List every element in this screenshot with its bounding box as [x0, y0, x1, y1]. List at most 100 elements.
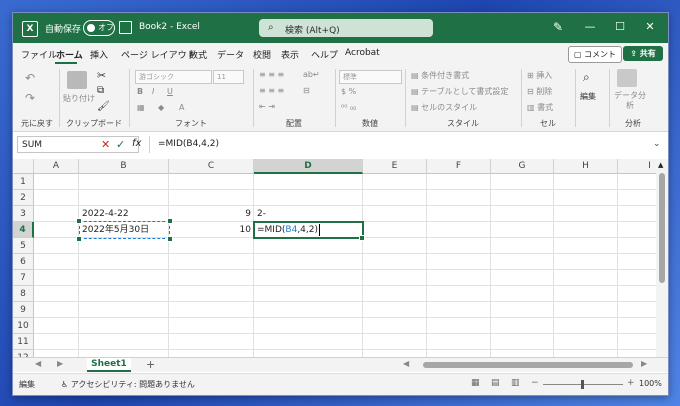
vertical-scrollbar[interactable]: ▲ ▼ [656, 159, 668, 371]
zoom-in-icon[interactable]: + [627, 378, 635, 388]
minimize-button[interactable]: — [580, 20, 600, 33]
wrap-text-icon[interactable]: ab↵ [303, 70, 320, 79]
close-button[interactable]: ✕ [640, 20, 660, 33]
underline-button[interactable]: U [167, 87, 173, 96]
find-icon[interactable]: ⌕ [583, 70, 590, 85]
data-analysis-icon[interactable] [617, 69, 637, 87]
zoom-slider-thumb[interactable] [581, 380, 584, 389]
font-size-combo[interactable]: 11 [213, 70, 244, 84]
autosave-toggle[interactable]: オフ [83, 20, 115, 36]
scroll-right-icon[interactable]: ▶ [641, 359, 647, 368]
tab-data[interactable]: データ [217, 48, 244, 61]
tab-view[interactable]: 表示 [281, 48, 299, 61]
merge-icon[interactable]: ⊟ [303, 86, 310, 95]
tab-page-layout[interactable]: ページ レイアウト [121, 48, 196, 61]
cancel-icon[interactable]: ✕ [101, 138, 110, 151]
cell-b3[interactable]: 2022-4-22 [79, 206, 169, 222]
font-name-combo[interactable]: 游ゴシック [135, 70, 212, 84]
accessibility-status[interactable]: ♿ アクセシビリティ: 問題ありません [61, 379, 195, 390]
scroll-left-icon[interactable]: ◀ [403, 359, 409, 368]
formula-input[interactable]: =MID(B4,4,2) [149, 136, 657, 153]
enter-icon[interactable]: ✓ [116, 138, 125, 151]
tab-insert[interactable]: 挿入 [90, 48, 108, 61]
column-header[interactable]: B [79, 159, 169, 174]
bold-button[interactable]: B [137, 87, 143, 96]
zoom-out-icon[interactable]: − [531, 378, 539, 388]
next-sheet-icon[interactable]: ▶ [57, 359, 63, 368]
reference-handle-icon[interactable] [76, 236, 82, 242]
currency-icon[interactable]: $ % [341, 87, 356, 96]
worksheet-grid[interactable]: A B C D E F G H I J 1 2 3 4 5 6 7 8 9 10… [13, 159, 656, 357]
format-cells-button[interactable]: ▥ 書式 [527, 102, 553, 113]
copy-icon[interactable]: ⧉ [97, 85, 104, 96]
fill-color-icon[interactable]: ◆ [158, 103, 164, 112]
maximize-button[interactable]: ☐ [610, 20, 630, 33]
font-color-icon[interactable]: A [179, 103, 184, 112]
column-header[interactable]: C [169, 159, 254, 174]
number-format-combo[interactable]: 標準 [339, 70, 402, 84]
insert-cells-button[interactable]: ⊞ 挿入 [527, 70, 552, 81]
expand-formula-icon[interactable]: ⌄ [653, 139, 661, 149]
fill-handle-icon[interactable] [359, 235, 365, 241]
page-break-view-icon[interactable]: ▥ [511, 378, 520, 388]
row-header[interactable]: 3 [13, 206, 34, 222]
column-header-selected[interactable]: D [254, 159, 363, 174]
align-left-icon[interactable]: ≡ ≡ ≡ [259, 86, 284, 95]
border-icon[interactable]: ▦ [137, 103, 145, 112]
row-header[interactable]: 5 [13, 238, 34, 254]
horizontal-scroll-thumb[interactable] [423, 362, 633, 368]
cell-d3[interactable]: 2- [254, 206, 363, 222]
format-painter-icon[interactable]: 🖌 [97, 101, 110, 112]
format-as-table-button[interactable]: ▤ テーブルとして書式設定 [411, 86, 508, 97]
column-header[interactable]: H [554, 159, 618, 174]
undo-icon[interactable]: ↶ [25, 71, 35, 85]
column-header[interactable]: E [363, 159, 427, 174]
row-header[interactable]: 6 [13, 254, 34, 270]
tab-review[interactable]: 校閲 [253, 48, 271, 61]
tab-home[interactable]: ホーム [56, 48, 83, 61]
cell-styles-button[interactable]: ▤ セルのスタイル [411, 102, 477, 113]
row-header[interactable]: 9 [13, 302, 34, 318]
row-header[interactable]: 7 [13, 270, 34, 286]
cell-c3[interactable]: 9 [169, 206, 254, 222]
insert-function-icon[interactable]: fx [132, 138, 141, 149]
decimal-icon[interactable]: ⁰⁰ ₀₀ [341, 103, 356, 112]
cell-c4[interactable]: 10 [169, 222, 254, 238]
row-header-selected[interactable]: 4 [13, 222, 34, 238]
search-box[interactable]: ⌕ 検索 (Alt+Q) [259, 19, 433, 37]
tab-acrobat[interactable]: Acrobat [345, 48, 380, 58]
pen-icon[interactable]: ✎ [553, 20, 563, 34]
zoom-level[interactable]: 100% [639, 379, 662, 388]
reference-handle-icon[interactable] [76, 218, 82, 224]
scroll-up-icon[interactable]: ▲ [658, 161, 663, 169]
row-header[interactable]: 10 [13, 318, 34, 334]
row-header[interactable]: 12 [13, 350, 34, 357]
sheet-tab-sheet1[interactable]: Sheet1 [87, 358, 131, 372]
column-header[interactable]: F [427, 159, 491, 174]
column-header[interactable]: I [618, 159, 656, 174]
add-sheet-button[interactable]: + [146, 358, 155, 371]
column-header[interactable]: A [34, 159, 79, 174]
row-header[interactable]: 1 [13, 174, 34, 190]
tab-file[interactable]: ファイル [21, 48, 57, 61]
cell-d4-editing[interactable]: =MID(B4,4,2) [254, 222, 363, 238]
edit-label[interactable]: 編集 [580, 91, 596, 102]
cut-icon[interactable]: ✂ [97, 69, 106, 82]
normal-view-icon[interactable]: ▦ [471, 378, 480, 388]
delete-cells-button[interactable]: ⊟ 削除 [527, 86, 552, 97]
select-all-corner[interactable] [13, 159, 34, 174]
column-header[interactable]: G [491, 159, 554, 174]
tab-formulas[interactable]: 数式 [189, 48, 207, 61]
row-header[interactable]: 8 [13, 286, 34, 302]
share-button[interactable]: ⇪ 共有 [623, 46, 663, 61]
paste-icon[interactable] [67, 71, 87, 89]
save-icon[interactable] [119, 21, 132, 34]
tab-help[interactable]: ヘルプ [311, 48, 338, 61]
prev-sheet-icon[interactable]: ◀ [35, 359, 41, 368]
comment-button[interactable]: ▢ コメント [568, 46, 622, 63]
italic-button[interactable]: I [152, 87, 154, 96]
conditional-format-button[interactable]: ▤ 条件付き書式 [411, 70, 469, 81]
redo-icon[interactable]: ↷ [25, 91, 35, 105]
vertical-scroll-thumb[interactable] [659, 173, 665, 283]
page-layout-view-icon[interactable]: ▤ [491, 378, 500, 388]
